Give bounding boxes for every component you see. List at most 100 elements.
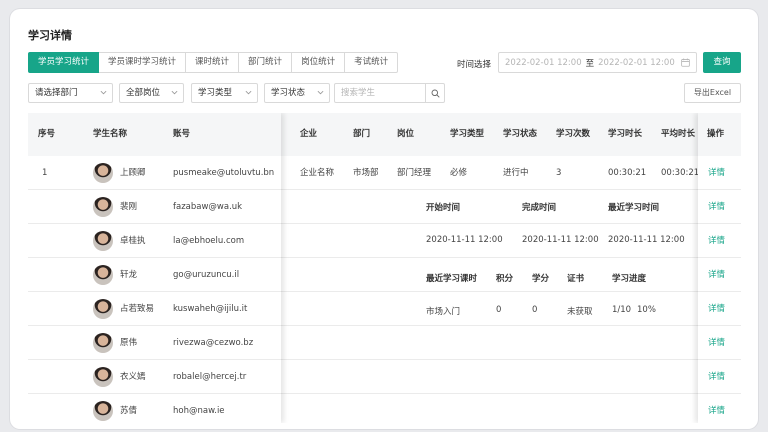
table-fixed-left: 序号 学生名称 账号 1 上顾卿 pusmeake@utoluvtu.bn 裴刚… bbox=[28, 113, 281, 423]
table-row: 企业名称 市场部 部门经理 必修 进行中 3 00:30:21 00:30:21 bbox=[281, 156, 698, 190]
cell-student-name: 上顾卿 bbox=[120, 168, 146, 178]
row-divider bbox=[281, 291, 698, 292]
table-row[interactable]: 卓桂执 la@ebhoelu.com bbox=[28, 224, 281, 258]
cell-company: 企业名称 bbox=[300, 168, 335, 178]
credits-value: 0 bbox=[532, 305, 538, 315]
points-value: 0 bbox=[496, 305, 502, 315]
tab-department-stats[interactable]: 部门统计 bbox=[239, 52, 293, 73]
cell-account: la@ebhoelu.com bbox=[173, 236, 245, 246]
col-action: 操作 bbox=[707, 129, 725, 139]
study-type-select[interactable]: 学习类型 bbox=[191, 83, 258, 103]
table-row[interactable]: 苏倩 hoh@naw.ie bbox=[28, 394, 281, 423]
tab-exam-stats[interactable]: 考试统计 bbox=[345, 52, 399, 73]
avatar bbox=[93, 333, 113, 353]
query-button[interactable]: 查询 bbox=[703, 52, 741, 73]
row-divider bbox=[281, 223, 698, 224]
table-row: 详情 bbox=[698, 394, 741, 423]
detail-link[interactable]: 详情 bbox=[708, 190, 725, 224]
row-divider bbox=[281, 359, 698, 360]
col-company: 企业 bbox=[300, 129, 318, 139]
table-middle-columns: 企业 部门 岗位 学习类型 学习状态 学习次数 学习时长 平均时长 企业名称 市… bbox=[281, 113, 698, 423]
study-status-select[interactable]: 学习状态 bbox=[264, 83, 330, 103]
col-department: 部门 bbox=[353, 129, 371, 139]
time-select-label: 时间选择 bbox=[457, 60, 492, 70]
detail-link[interactable]: 详情 bbox=[708, 156, 725, 190]
sub-header-finish-time: 完成时间 bbox=[522, 203, 557, 213]
cell-student-name: 轩龙 bbox=[120, 270, 138, 280]
avatar bbox=[93, 197, 113, 217]
start-time-value: 2020-11-11 12:00 bbox=[426, 235, 503, 245]
cell-account: rivezwa@cezwo.bz bbox=[173, 338, 254, 348]
table-row: 详情 bbox=[698, 360, 741, 394]
chevron-down-icon bbox=[171, 90, 178, 95]
chevron-down-icon bbox=[100, 90, 107, 95]
cell-student-name: 卓桂执 bbox=[120, 236, 146, 246]
col-study-status: 学习状态 bbox=[503, 129, 538, 139]
sub-header-last-lesson: 最近学习课时 bbox=[426, 274, 478, 284]
detail-link[interactable]: 详情 bbox=[708, 360, 725, 394]
table-fixed-right: 操作 详情 详情 详情 详情 详情 详情 详情 详情 bbox=[698, 113, 741, 423]
table-row: 详情 bbox=[698, 326, 741, 360]
sub-header-credits: 学分 bbox=[532, 274, 550, 284]
position-select[interactable]: 全部岗位 bbox=[119, 83, 184, 103]
sub-header-certificate: 证书 bbox=[567, 274, 585, 284]
sub-header-start-time: 开始时间 bbox=[426, 203, 461, 213]
table-row: 详情 bbox=[698, 292, 741, 326]
cell-account: fazabaw@wa.uk bbox=[173, 202, 243, 212]
table-row[interactable]: 占若致易 kuswaheh@ijilu.it bbox=[28, 292, 281, 326]
progress-fraction: 1/10 bbox=[612, 305, 632, 315]
cell-department: 市场部 bbox=[353, 168, 379, 178]
certificate-value: 未获取 bbox=[567, 307, 593, 317]
table-header-left: 序号 学生名称 账号 bbox=[28, 113, 281, 156]
finish-time-value: 2020-11-11 12:00 bbox=[522, 235, 599, 245]
detail-link[interactable]: 详情 bbox=[708, 258, 725, 292]
tab-lesson-stats[interactable]: 课时统计 bbox=[186, 52, 240, 73]
sub-header-points: 积分 bbox=[496, 274, 514, 284]
department-select[interactable]: 请选择部门 bbox=[28, 83, 113, 103]
avatar bbox=[93, 163, 113, 183]
table-row: 详情 bbox=[698, 224, 741, 258]
cell-study-duration: 00:30:21 bbox=[608, 168, 647, 178]
detail-link[interactable]: 详情 bbox=[708, 394, 725, 423]
cell-avg-duration: 00:30:21 bbox=[661, 168, 698, 178]
cell-student-name: 裴刚 bbox=[120, 202, 138, 212]
last-lesson-value: 市场入门 bbox=[426, 307, 461, 317]
cell-study-type: 必修 bbox=[450, 168, 468, 178]
table-row[interactable]: 衣义嫣 robalel@hercej.tr bbox=[28, 360, 281, 394]
tab-student-lesson-stats[interactable]: 学员课时学习统计 bbox=[99, 52, 187, 73]
tab-bar: 学员学习统计 学员课时学习统计 课时统计 部门统计 岗位统计 考试统计 bbox=[28, 52, 399, 73]
table-row: 详情 bbox=[698, 258, 741, 292]
col-student-name: 学生名称 bbox=[93, 129, 128, 139]
date-separator: 至 bbox=[585, 58, 595, 69]
date-range-picker[interactable]: 2022-02-01 12:00 至 2022-02-01 12:00 bbox=[498, 52, 697, 73]
table-row: 详情 bbox=[698, 156, 741, 190]
detail-link[interactable]: 详情 bbox=[708, 224, 725, 258]
sub-header-last-study-time: 最近学习时间 bbox=[608, 203, 660, 213]
col-avg-duration: 平均时长 bbox=[661, 129, 696, 139]
table-row[interactable]: 轩龙 go@uruzuncu.il bbox=[28, 258, 281, 292]
table-row: 详情 bbox=[698, 190, 741, 224]
col-position: 岗位 bbox=[397, 129, 415, 139]
end-date[interactable]: 2022-02-01 12:00 bbox=[598, 58, 675, 68]
tab-student-stats[interactable]: 学员学习统计 bbox=[28, 52, 100, 73]
table-row[interactable]: 裴刚 fazabaw@wa.uk bbox=[28, 190, 281, 224]
tab-position-stats[interactable]: 岗位统计 bbox=[292, 52, 346, 73]
search-input[interactable] bbox=[335, 84, 425, 102]
detail-link[interactable]: 详情 bbox=[708, 292, 725, 326]
avatar bbox=[93, 299, 113, 319]
cell-student-name: 占若致易 bbox=[120, 304, 155, 314]
study-status-select-value: 学习状态 bbox=[271, 88, 306, 98]
search-button[interactable] bbox=[425, 84, 444, 102]
cell-account: go@uruzuncu.il bbox=[173, 270, 240, 280]
export-excel-button[interactable]: 导出Excel bbox=[684, 83, 741, 103]
sub-header-progress: 学习进度 bbox=[612, 274, 647, 284]
detail-link[interactable]: 详情 bbox=[708, 326, 725, 360]
cell-study-count: 3 bbox=[556, 168, 562, 178]
student-search bbox=[334, 83, 445, 103]
cell-student-name: 原伟 bbox=[120, 338, 138, 348]
table-row[interactable]: 原伟 rivezwa@cezwo.bz bbox=[28, 326, 281, 360]
table-header: 企业 部门 岗位 学习类型 学习状态 学习次数 学习时长 平均时长 bbox=[281, 113, 698, 156]
avatar bbox=[93, 401, 113, 421]
start-date[interactable]: 2022-02-01 12:00 bbox=[505, 58, 582, 68]
table-row[interactable]: 1 上顾卿 pusmeake@utoluvtu.bn bbox=[28, 156, 281, 190]
